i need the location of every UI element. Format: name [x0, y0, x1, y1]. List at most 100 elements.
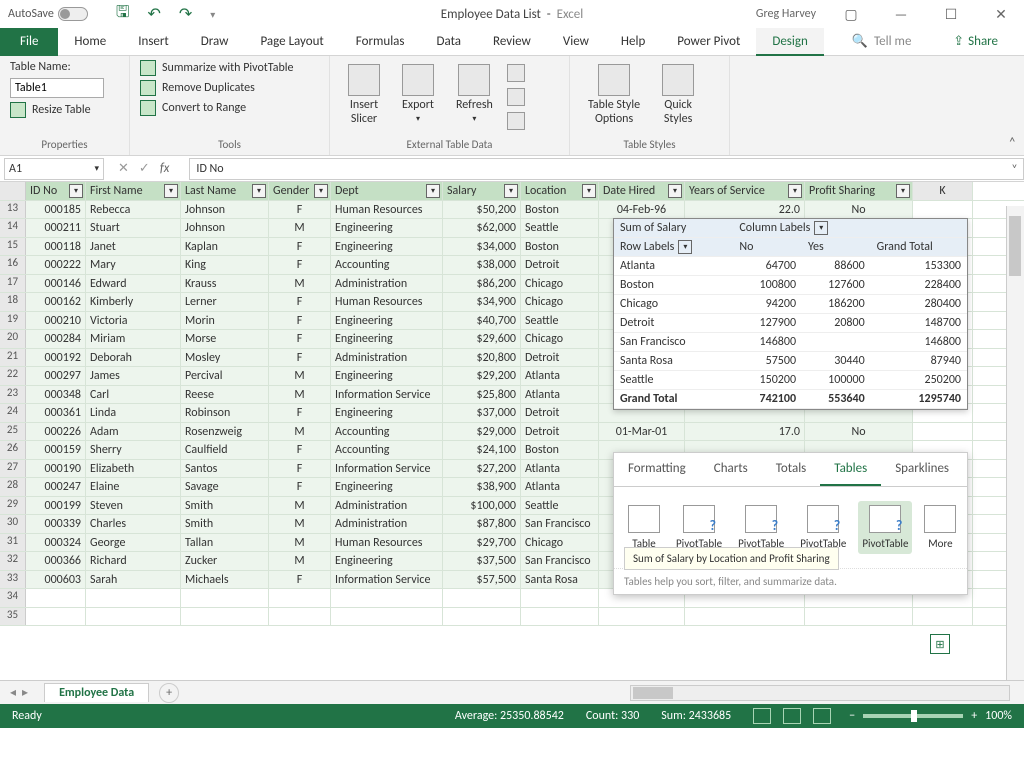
- cell[interactable]: F: [269, 478, 331, 496]
- row-header[interactable]: 15: [0, 238, 26, 256]
- cell[interactable]: [913, 201, 973, 219]
- filter-drop-icon[interactable]: ▾: [314, 184, 328, 198]
- undo-icon[interactable]: ↶: [147, 4, 160, 24]
- export-button[interactable]: Export▾: [394, 60, 442, 130]
- cell[interactable]: [331, 589, 443, 607]
- cell[interactable]: 000297: [26, 367, 86, 385]
- cell[interactable]: $37,500: [443, 552, 521, 570]
- cell[interactable]: Atlanta: [521, 367, 599, 385]
- view-page-break-icon[interactable]: [813, 708, 831, 724]
- cell[interactable]: $40,700: [443, 312, 521, 330]
- cell[interactable]: $25,800: [443, 386, 521, 404]
- row-header[interactable]: 19: [0, 312, 26, 330]
- cell[interactable]: Boston: [521, 201, 599, 219]
- cell[interactable]: Morin: [181, 312, 269, 330]
- cell[interactable]: Santa Rosa: [521, 571, 599, 589]
- cell[interactable]: Savage: [181, 478, 269, 496]
- cell[interactable]: Carl: [86, 386, 181, 404]
- qap-tab-tables[interactable]: Tables: [820, 453, 881, 486]
- cell[interactable]: 000284: [26, 330, 86, 348]
- cell[interactable]: [913, 423, 973, 441]
- cell[interactable]: $24,100: [443, 441, 521, 459]
- filter-drop-icon[interactable]: ▾: [69, 184, 83, 198]
- cell[interactable]: 000366: [26, 552, 86, 570]
- cell[interactable]: 000162: [26, 293, 86, 311]
- cell[interactable]: Smith: [181, 497, 269, 515]
- cell[interactable]: Atlanta: [521, 478, 599, 496]
- zoom-in-icon[interactable]: +: [971, 709, 977, 723]
- cell[interactable]: King: [181, 256, 269, 274]
- convert-range-button[interactable]: Convert to Range: [140, 100, 319, 116]
- cell[interactable]: Sarah: [86, 571, 181, 589]
- cell[interactable]: 000226: [26, 423, 86, 441]
- cell[interactable]: Human Resources: [331, 201, 443, 219]
- cell[interactable]: $29,600: [443, 330, 521, 348]
- cell[interactable]: F: [269, 293, 331, 311]
- quick-styles-button[interactable]: Quick Styles: [654, 60, 702, 130]
- cell[interactable]: [443, 608, 521, 626]
- cell[interactable]: $38,900: [443, 478, 521, 496]
- cell[interactable]: [599, 608, 685, 626]
- cell[interactable]: $86,200: [443, 275, 521, 293]
- cell[interactable]: Johnson: [181, 201, 269, 219]
- cell[interactable]: Atlanta: [521, 460, 599, 478]
- cell[interactable]: No: [805, 423, 913, 441]
- cell[interactable]: 000146: [26, 275, 86, 293]
- row-header[interactable]: 23: [0, 386, 26, 404]
- table-style-options-button[interactable]: Table Style Options: [580, 60, 648, 130]
- redo-icon[interactable]: ↷: [179, 4, 192, 24]
- cell[interactable]: 000603: [26, 571, 86, 589]
- cell[interactable]: Elaine: [86, 478, 181, 496]
- cell[interactable]: M: [269, 275, 331, 293]
- cell[interactable]: $100,000: [443, 497, 521, 515]
- cell[interactable]: F: [269, 571, 331, 589]
- cell[interactable]: 000118: [26, 238, 86, 256]
- row-header[interactable]: 25: [0, 423, 26, 441]
- zoom-control[interactable]: − + 100%: [849, 709, 1012, 723]
- cell[interactable]: $38,000: [443, 256, 521, 274]
- cell[interactable]: Detroit: [521, 349, 599, 367]
- cell[interactable]: $34,900: [443, 293, 521, 311]
- cell[interactable]: Morse: [181, 330, 269, 348]
- cell[interactable]: Engineering: [331, 330, 443, 348]
- cell[interactable]: Steven: [86, 497, 181, 515]
- cell[interactable]: Caulfield: [181, 441, 269, 459]
- tab-help[interactable]: Help: [605, 28, 661, 56]
- cell[interactable]: [269, 589, 331, 607]
- cell[interactable]: 17.0: [685, 423, 805, 441]
- cell[interactable]: Engineering: [331, 312, 443, 330]
- cell[interactable]: Victoria: [86, 312, 181, 330]
- cell[interactable]: [26, 589, 86, 607]
- cell[interactable]: Reese: [181, 386, 269, 404]
- cell[interactable]: M: [269, 497, 331, 515]
- cell[interactable]: 000361: [26, 404, 86, 422]
- filter-drop-icon[interactable]: ▾: [426, 184, 440, 198]
- fx-icon[interactable]: fx: [160, 161, 170, 176]
- tab-formulas[interactable]: Formulas: [340, 28, 421, 56]
- cell[interactable]: Tallan: [181, 534, 269, 552]
- cell[interactable]: Accounting: [331, 441, 443, 459]
- row-header[interactable]: 13: [0, 201, 26, 219]
- refresh-button[interactable]: Refresh▾: [448, 60, 501, 130]
- cell[interactable]: M: [269, 423, 331, 441]
- cell[interactable]: Engineering: [331, 238, 443, 256]
- tell-me-search[interactable]: 🔍 Tell me: [836, 28, 928, 56]
- cell[interactable]: Smith: [181, 515, 269, 533]
- cell[interactable]: 04-Feb-96: [599, 201, 685, 219]
- pivot-col-drop-icon[interactable]: ▾: [814, 221, 828, 235]
- cell[interactable]: F: [269, 256, 331, 274]
- cell[interactable]: $87,800: [443, 515, 521, 533]
- cell[interactable]: [26, 608, 86, 626]
- cell[interactable]: 000222: [26, 256, 86, 274]
- tab-power-pivot[interactable]: Power Pivot: [661, 28, 756, 56]
- cell[interactable]: M: [269, 552, 331, 570]
- tab-data[interactable]: Data: [421, 28, 478, 56]
- cell[interactable]: Chicago: [521, 534, 599, 552]
- cell[interactable]: $29,200: [443, 367, 521, 385]
- tablename-input[interactable]: [10, 78, 104, 98]
- row-header[interactable]: 35: [0, 608, 26, 626]
- autosave-control[interactable]: AutoSave: [8, 7, 88, 21]
- insert-slicer-button[interactable]: Insert Slicer: [340, 60, 388, 130]
- cell[interactable]: Boston: [521, 441, 599, 459]
- cell[interactable]: Engineering: [331, 219, 443, 237]
